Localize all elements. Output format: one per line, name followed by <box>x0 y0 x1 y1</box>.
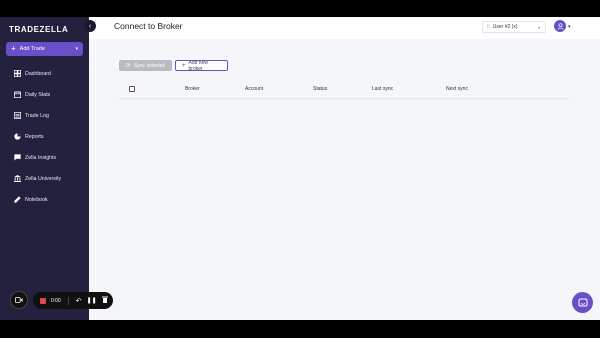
logo-text: TRADEZELLA <box>9 24 69 34</box>
main-content: Connect to Broker ⁞⁞ User #2 (x) ▾ ▾ ⟳ S… <box>89 17 600 320</box>
chevron-left-icon: ‹ <box>88 22 92 30</box>
column-header-account[interactable]: Account <box>245 86 263 92</box>
caret-down-icon[interactable]: ▾ <box>568 24 571 30</box>
column-header-status[interactable]: Status <box>313 86 327 92</box>
camera-toggle-button[interactable] <box>10 291 28 309</box>
pen-icon <box>14 196 21 203</box>
sidebar-item-label: Reports <box>25 133 44 140</box>
support-chat-button[interactable] <box>572 292 593 313</box>
column-header-broker[interactable]: Broker <box>185 86 200 92</box>
column-header-last-sync[interactable]: Last sync <box>372 86 393 92</box>
table-header: Broker Account Status Last sync Next syn… <box>119 80 569 99</box>
pie-chart-icon <box>14 133 21 140</box>
sidebar: TRADEZELLA + Add Trade ▾ Dashboard Daily… <box>0 17 89 320</box>
collapse-sidebar-button[interactable]: ‹ <box>84 20 96 32</box>
sidebar-item-label: Zella Insights <box>25 154 57 161</box>
column-header-next-sync[interactable]: Next sync <box>446 86 468 92</box>
plus-icon: + <box>182 62 186 69</box>
caret-down-icon: ▾ <box>75 46 78 52</box>
chat-icon <box>578 298 587 306</box>
add-broker-label: Add new broker <box>188 59 208 72</box>
sidebar-item-reports[interactable]: Reports <box>0 126 89 147</box>
page-header: Connect to Broker ⁞⁞ User #2 (x) ▾ ▾ <box>89 17 600 39</box>
broker-toolbar: ⟳ Sync selected + Add new broker <box>119 59 228 72</box>
sidebar-item-label: Zella University <box>25 175 62 182</box>
select-all-checkbox[interactable] <box>129 86 135 92</box>
video-camera-icon <box>15 297 23 303</box>
sidebar-item-label: Notebook <box>25 196 48 203</box>
letterbox-top <box>0 0 600 17</box>
list-icon <box>14 112 21 119</box>
sidebar-item-label: Trade Log <box>25 112 49 119</box>
chat-bubble-icon <box>14 154 21 161</box>
calendar-icon <box>14 91 21 98</box>
letterbox-bottom <box>0 320 600 338</box>
account-select-value: User #2 (x) <box>492 24 518 30</box>
avatar[interactable] <box>554 20 566 32</box>
account-select[interactable]: ⁞⁞ User #2 (x) ▾ <box>482 21 546 33</box>
stop-recording-icon[interactable] <box>40 297 46 304</box>
add-trade-label: Add Trade <box>19 46 46 52</box>
undo-icon[interactable]: ↶ <box>76 297 82 305</box>
university-icon <box>14 175 21 182</box>
add-new-broker-button[interactable]: + Add new broker <box>175 59 228 72</box>
page-title: Connect to Broker <box>114 21 183 31</box>
sidebar-item-notebook[interactable]: Notebook <box>0 189 89 210</box>
dashboard-icon <box>14 70 21 77</box>
sidebar-item-zella-insights[interactable]: Zella Insights <box>0 147 89 168</box>
sync-icon: ⟳ <box>125 63 131 69</box>
recording-timer: 0:00 <box>51 297 61 304</box>
sidebar-item-zella-university[interactable]: Zella University <box>0 168 89 189</box>
sidebar-nav: Dashboard Daily Stats Trade Log Reports <box>0 63 89 210</box>
chevron-down-icon: ▾ <box>537 25 540 30</box>
sync-selected-button[interactable]: ⟳ Sync selected <box>119 60 172 71</box>
sidebar-item-label: Daily Stats <box>25 91 51 98</box>
broker-table: Broker Account Status Last sync Next syn… <box>119 80 569 99</box>
add-trade-button[interactable]: + Add Trade ▾ <box>6 42 83 56</box>
user-icon <box>557 22 563 30</box>
sidebar-item-label: Dashboard <box>25 70 51 77</box>
divider <box>67 296 69 305</box>
sidebar-item-dashboard[interactable]: Dashboard <box>0 63 89 84</box>
accounts-icon: ⁞⁞ <box>487 24 490 30</box>
sidebar-item-daily-stats[interactable]: Daily Stats <box>0 84 89 105</box>
sync-label: Sync selected <box>133 62 166 69</box>
app-window: TRADEZELLA + Add Trade ▾ Dashboard Daily… <box>0 17 600 320</box>
sidebar-item-trade-log[interactable]: Trade Log <box>0 105 89 126</box>
plus-icon: + <box>11 44 16 53</box>
app-logo: TRADEZELLA <box>9 22 68 36</box>
